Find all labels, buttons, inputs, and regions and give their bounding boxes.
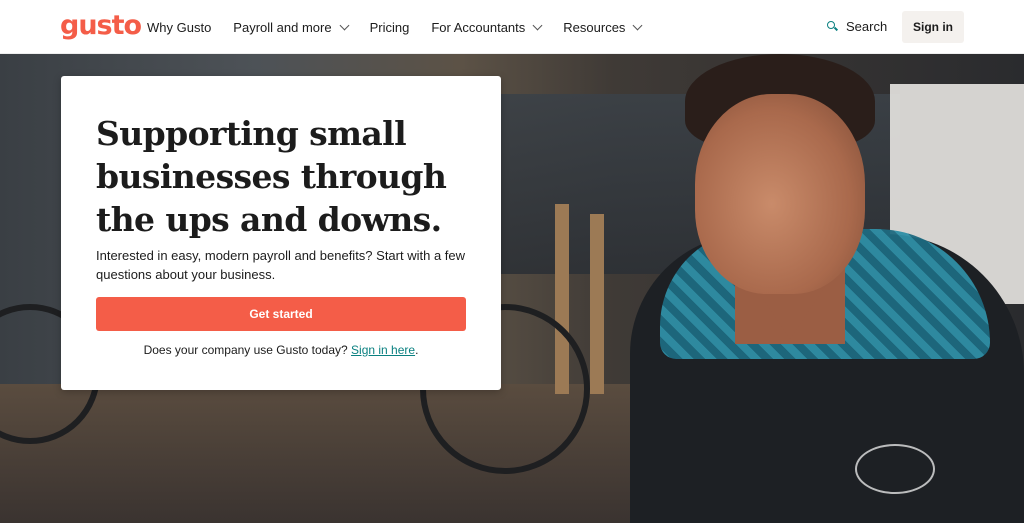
sign-in-link[interactable]: Sign in here: [351, 343, 415, 357]
chevron-down-icon: [339, 20, 350, 30]
chevron-down-icon: [632, 20, 643, 30]
existing-customer-prompt: Does your company use Gusto today? Sign …: [61, 343, 501, 357]
top-navigation: gusto Why Gusto Payroll and more Pricing…: [0, 0, 1024, 54]
sign-in-button[interactable]: Sign in: [902, 11, 964, 43]
face: [695, 94, 865, 294]
search-button[interactable]: Search: [827, 19, 887, 34]
nav-item-label: Pricing: [369, 19, 410, 35]
nav-item-label: For Accountants: [431, 19, 526, 35]
nav-item-label: Resources: [563, 19, 626, 35]
gusto-logo[interactable]: gusto: [60, 10, 142, 41]
search-icon: [827, 21, 839, 32]
search-label: Search: [846, 19, 888, 34]
shirt-patch-logo: [855, 444, 935, 494]
hero-headline: Supporting small businesses through the …: [96, 114, 447, 239]
chevron-down-icon: [532, 20, 543, 30]
man-portrait: [600, 54, 1024, 523]
nav-item-why-gusto[interactable]: Why Gusto: [147, 20, 211, 35]
get-started-button[interactable]: Get started: [96, 297, 466, 331]
signin-suffix: .: [415, 343, 419, 357]
nav-menu: Why Gusto Payroll and more Pricing For A…: [147, 0, 663, 54]
nav-item-for-accountants[interactable]: For Accountants: [431, 19, 543, 35]
nav-item-resources[interactable]: Resources: [563, 19, 643, 35]
nav-item-pricing[interactable]: Pricing: [370, 20, 410, 35]
nav-item-payroll-and-more[interactable]: Payroll and more: [233, 19, 350, 35]
hero-subtext: Interested in easy, modern payroll and b…: [96, 248, 466, 282]
signin-prompt-text: Does your company use Gusto today?: [143, 343, 352, 357]
hero-card: Supporting small businesses through the …: [61, 76, 501, 390]
nav-item-label: Payroll and more: [233, 19, 332, 35]
nav-item-label: Why Gusto: [147, 19, 212, 35]
